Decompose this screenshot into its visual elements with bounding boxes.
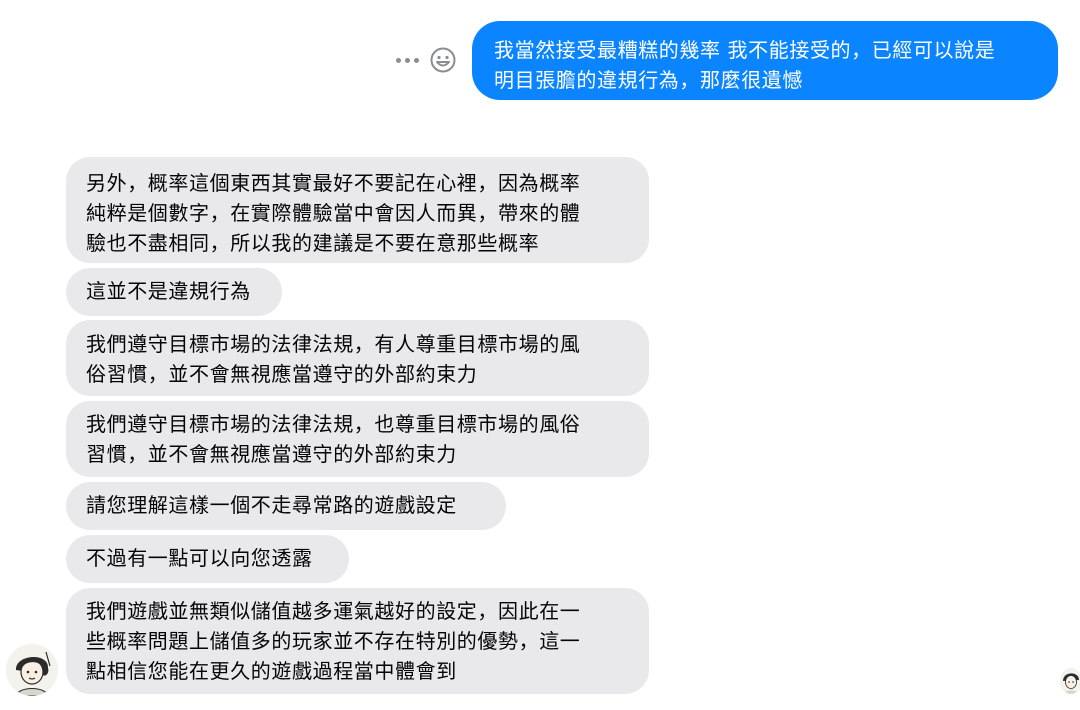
message-line: 我當然接受最糟糕的幾率 我不能接受的，已經可以說是: [494, 38, 996, 62]
message-line: 習慣，並不會無視應當遵守的外部約束力: [86, 442, 457, 466]
incoming-message[interactable]: 不過有一點可以向您透露: [66, 535, 349, 583]
message-line: 驗也不盡相同，所以我的建議是不要在意那些概率: [86, 231, 540, 255]
incoming-message[interactable]: 我們遊戲並無類似儲值越多運氣越好的設定，因此在一 些概率問題上儲值多的玩家並不存…: [66, 588, 649, 694]
message-line: 我們遊戲並無類似儲值越多運氣越好的設定，因此在一: [86, 599, 581, 623]
sketch-portrait-icon: [6, 644, 58, 696]
emoji-reaction-icon[interactable]: [429, 46, 457, 74]
sketch-portrait-icon: [1060, 668, 1080, 694]
message-line: 明目張膽的違規行為，那麼很遺憾: [494, 68, 803, 92]
message-line: 我們遵守目標市場的法律法規，也尊重目標市場的風俗: [86, 412, 581, 436]
outgoing-message[interactable]: 我當然接受最糟糕的幾率 我不能接受的，已經可以說是 明目張膽的違規行為，那麼很遺…: [472, 21, 1058, 100]
incoming-message[interactable]: 請您理解這樣一個不走尋常路的遊戲設定: [66, 482, 506, 530]
incoming-message[interactable]: 我們遵守目標市場的法律法規，也尊重目標市場的風俗 習慣，並不會無視應當遵守的外部…: [66, 401, 649, 477]
message-line: 請您理解這樣一個不走尋常路的遊戲設定: [86, 493, 457, 517]
message-line: 些概率問題上儲值多的玩家並不存在特別的優勢，這一: [86, 629, 581, 653]
read-receipt-avatar: [1060, 668, 1080, 694]
message-actions: [396, 44, 457, 76]
more-options-icon[interactable]: [396, 57, 419, 63]
message-line: 我們遵守目標市場的法律法規，有人尊重目標市場的風: [86, 332, 581, 356]
message-line: 另外，概率這個東西其實最好不要記在心裡，因為概率: [86, 171, 581, 195]
message-line: 純粹是個數字，在實際體驗當中會因人而異，帶來的體: [86, 201, 581, 225]
message-line: 這並不是違規行為: [86, 279, 251, 303]
message-line: 不過有一點可以向您透露: [86, 546, 313, 570]
message-line: 俗習慣，並不會無視應當遵守的外部約束力: [86, 362, 478, 386]
message-line: 點相信您能在更久的遊戲過程當中體會到: [86, 659, 457, 683]
incoming-message[interactable]: 我們遵守目標市場的法律法規，有人尊重目標市場的風 俗習慣，並不會無視應當遵守的外…: [66, 320, 649, 396]
sender-avatar[interactable]: [6, 644, 58, 696]
incoming-message[interactable]: 另外，概率這個東西其實最好不要記在心裡，因為概率 純粹是個數字，在實際體驗當中會…: [66, 157, 649, 263]
incoming-message[interactable]: 這並不是違規行為: [66, 268, 282, 316]
chat-thread: 我當然接受最糟糕的幾率 我不能接受的，已經可以說是 明目張膽的違規行為，那麼很遺…: [0, 0, 1080, 710]
